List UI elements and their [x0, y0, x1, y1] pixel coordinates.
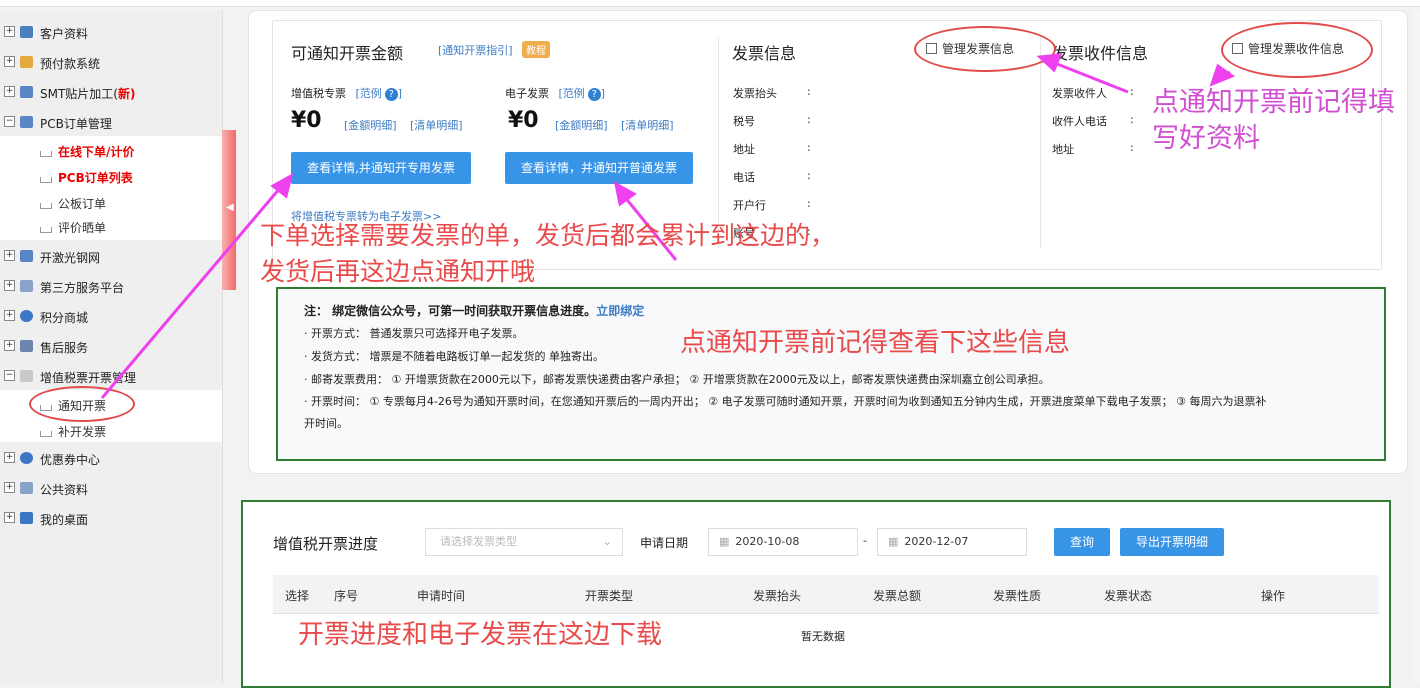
- annotation-order-line1: 下单选择需要发票的单，发货后都会累计到这边的，: [260, 221, 836, 250]
- annotation-check-info: 点通知开票前记得查看下这些信息: [680, 328, 1071, 358]
- arrow-head: [1036, 53, 1063, 73]
- scrollbar[interactable]: [1412, 10, 1420, 684]
- close-icon[interactable]: ✕: [1394, 12, 1409, 33]
- arrow-head: [613, 181, 637, 207]
- arrow-line: [1051, 60, 1129, 94]
- annotation-fill-info-line1: 点通知开票前记得填: [1152, 87, 1395, 118]
- annotation-order-line2: 发货后再这边点通知开哦: [260, 257, 536, 286]
- annotation-download: 开票进度和电子发票在这边下载: [298, 620, 663, 650]
- annotation-fill-info-line2: 写好资料: [1152, 123, 1260, 154]
- arrow-line: [100, 187, 282, 399]
